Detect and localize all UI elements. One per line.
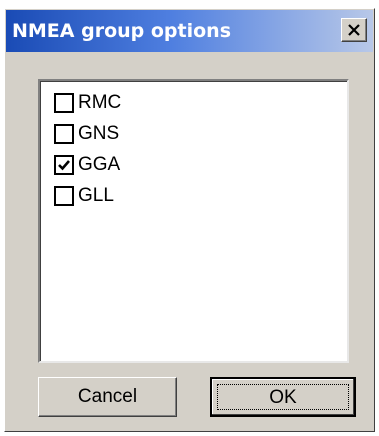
title-bar[interactable]: NMEA group options	[6, 10, 373, 52]
nmea-group-options-dialog: NMEA group options RMC GNS GGA GLL Cance…	[4, 8, 375, 432]
gga-checkbox[interactable]	[54, 155, 74, 175]
option-gll[interactable]: GLL	[54, 184, 204, 208]
option-label: GGA	[78, 154, 121, 175]
gll-checkbox[interactable]	[54, 186, 74, 206]
option-label: RMC	[78, 92, 122, 113]
option-label: GLL	[78, 185, 114, 206]
dialog-title: NMEA group options	[12, 20, 232, 42]
option-gns[interactable]: GNS	[54, 122, 204, 146]
close-icon	[348, 24, 360, 36]
gns-checkbox[interactable]	[54, 124, 74, 144]
checkmark-icon	[58, 160, 70, 171]
option-rmc[interactable]: RMC	[54, 91, 204, 115]
option-gga[interactable]: GGA	[54, 153, 204, 177]
cancel-button[interactable]: Cancel	[38, 377, 177, 417]
ok-button-label: OK	[269, 387, 297, 408]
close-button[interactable]	[341, 18, 367, 42]
nmea-group-list: RMC GNS GGA GLL	[38, 79, 349, 363]
ok-button[interactable]: OK	[210, 377, 356, 417]
option-label: GNS	[78, 123, 120, 144]
rmc-checkbox[interactable]	[54, 93, 74, 113]
